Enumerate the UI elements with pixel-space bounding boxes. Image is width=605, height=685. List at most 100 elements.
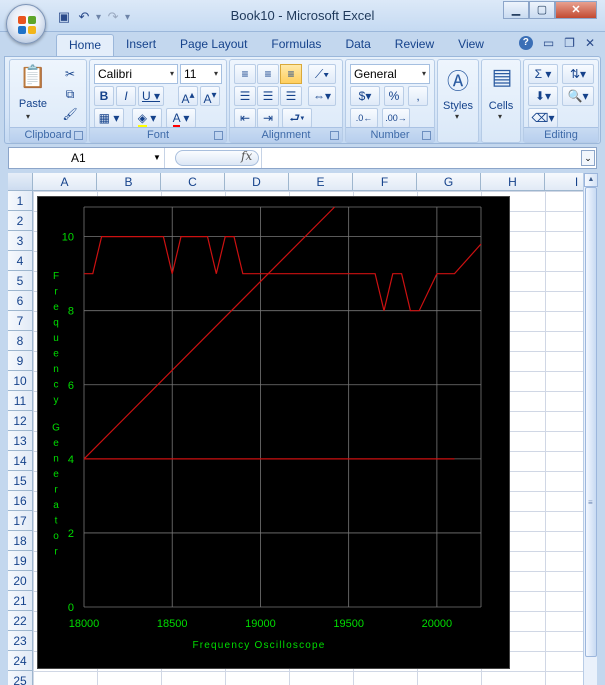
select-all-corner[interactable]: [8, 173, 33, 191]
orientation-button[interactable]: ⟋▾: [308, 64, 336, 84]
align-center-button[interactable]: ☰: [257, 86, 279, 106]
chart[interactable]: 18000 18500 19000 19500 20000 0 2 4 6 8 10 Frequen…: [37, 196, 510, 669]
wrap-text-button[interactable]: ⮐▾: [282, 108, 312, 128]
row-header-2[interactable]: 2: [8, 211, 33, 231]
minimize-button[interactable]: ▁: [503, 1, 529, 19]
font-size-select[interactable]: 11 ▾: [180, 64, 222, 84]
underline-button[interactable]: U ▾: [138, 86, 164, 106]
align-bottom-button[interactable]: ≡: [280, 64, 302, 84]
align-top-button[interactable]: ≡: [234, 64, 256, 84]
autosum-button[interactable]: Σ ▾: [528, 64, 558, 84]
column-header-h[interactable]: H: [481, 173, 545, 191]
row-header-24[interactable]: 24: [8, 651, 33, 671]
shrink-font-button[interactable]: A▾: [200, 86, 220, 106]
ribbon-minimize-icon[interactable]: ▭: [543, 36, 554, 50]
ribbon-restore-icon[interactable]: ❐: [564, 36, 575, 50]
bold-button[interactable]: B: [94, 86, 114, 106]
font-launcher-icon[interactable]: .: [214, 131, 223, 140]
merge-center-button[interactable]: ⇔▾: [308, 86, 336, 106]
row-header-1[interactable]: 1: [8, 191, 33, 211]
column-header-i[interactable]: I: [545, 173, 583, 191]
format-painter-icon[interactable]: 🖌: [60, 104, 80, 124]
maximize-button[interactable]: ▢: [529, 1, 555, 19]
row-header-20[interactable]: 20: [8, 571, 33, 591]
column-header-c[interactable]: C: [161, 173, 225, 191]
row-header-18[interactable]: 18: [8, 531, 33, 551]
close-button[interactable]: ✕: [555, 1, 597, 19]
paste-button[interactable]: Paste: [16, 98, 50, 110]
increase-indent-button[interactable]: ⇥: [257, 108, 279, 128]
row-header-22[interactable]: 22: [8, 611, 33, 631]
vertical-scrollbar[interactable]: ▲ ≡: [583, 173, 598, 685]
row-header-4[interactable]: 4: [8, 251, 33, 271]
accounting-format-button[interactable]: $▾: [350, 86, 380, 106]
borders-button[interactable]: ▦ ▾: [94, 108, 124, 128]
row-header-16[interactable]: 16: [8, 491, 33, 511]
row-header-21[interactable]: 21: [8, 591, 33, 611]
align-middle-button[interactable]: ≡: [257, 64, 279, 84]
italic-button[interactable]: I: [116, 86, 136, 106]
column-header-d[interactable]: D: [225, 173, 289, 191]
row-header-25[interactable]: 25: [8, 671, 33, 685]
fill-button[interactable]: ⬇▾: [528, 86, 558, 106]
row-header-23[interactable]: 23: [8, 631, 33, 651]
row-header-8[interactable]: 8: [8, 331, 33, 351]
tab-formulas[interactable]: Formulas: [259, 34, 333, 56]
help-icon[interactable]: ?: [518, 36, 533, 50]
tab-home[interactable]: Home: [56, 34, 115, 56]
column-header-b[interactable]: B: [97, 173, 161, 191]
tab-review[interactable]: Review: [383, 34, 446, 56]
insert-function-icon[interactable]: fx: [241, 149, 252, 163]
row-header-14[interactable]: 14: [8, 451, 33, 471]
decrease-indent-button[interactable]: ⇤: [234, 108, 256, 128]
ribbon-close-icon[interactable]: ✕: [585, 36, 595, 50]
fill-color-button[interactable]: ◈ ▾: [132, 108, 162, 128]
row-header-12[interactable]: 12: [8, 411, 33, 431]
cells-icon[interactable]: ▤: [490, 64, 514, 90]
cut-icon[interactable]: ✂: [60, 64, 80, 84]
name-box-dropdown-icon[interactable]: ▼: [153, 148, 161, 168]
row-header-15[interactable]: 15: [8, 471, 33, 491]
clipboard-launcher-icon[interactable]: .: [74, 131, 83, 140]
font-color-button[interactable]: A ▾: [166, 108, 196, 128]
grow-font-button[interactable]: A▴: [178, 86, 198, 106]
alignment-launcher-icon[interactable]: .: [330, 131, 339, 140]
cells-button[interactable]: Cells: [482, 100, 520, 112]
styles-button[interactable]: Styles: [438, 100, 478, 112]
align-right-button[interactable]: ☰: [280, 86, 302, 106]
tab-page-layout[interactable]: Page Layout: [168, 34, 259, 56]
column-header-a[interactable]: A: [33, 173, 97, 191]
decrease-decimal-button[interactable]: .00→: [382, 108, 410, 128]
column-header-e[interactable]: E: [289, 173, 353, 191]
scrollbar-thumb[interactable]: [585, 187, 597, 657]
sort-filter-button[interactable]: ⇅▾: [562, 64, 594, 84]
formula-bar-expand-icon[interactable]: ⌄: [581, 150, 595, 166]
office-button[interactable]: [6, 4, 46, 44]
row-header-11[interactable]: 11: [8, 391, 33, 411]
column-header-f[interactable]: F: [353, 173, 417, 191]
row-header-9[interactable]: 9: [8, 351, 33, 371]
font-name-select[interactable]: Calibri ▾: [94, 64, 178, 84]
paste-icon[interactable]: 📋: [18, 64, 48, 90]
row-header-10[interactable]: 10: [8, 371, 33, 391]
copy-icon[interactable]: ⧉: [60, 84, 80, 104]
tab-insert[interactable]: Insert: [114, 34, 168, 56]
align-left-button[interactable]: ☰: [234, 86, 256, 106]
styles-icon[interactable]: Ⓐ: [446, 64, 470, 96]
number-launcher-icon[interactable]: .: [422, 131, 431, 140]
formula-input[interactable]: [261, 148, 581, 168]
row-header-7[interactable]: 7: [8, 311, 33, 331]
name-box[interactable]: A1: [9, 148, 165, 168]
paste-dropdown-icon[interactable]: ▾: [26, 112, 30, 121]
find-select-button[interactable]: 🔍▾: [562, 86, 594, 106]
row-header-5[interactable]: 5: [8, 271, 33, 291]
row-header-13[interactable]: 13: [8, 431, 33, 451]
clear-button[interactable]: ⌫▾: [528, 108, 558, 128]
number-format-select[interactable]: General ▾: [350, 64, 430, 84]
scroll-up-icon[interactable]: ▲: [584, 173, 598, 187]
cells-dropdown-icon[interactable]: ▾: [498, 112, 502, 121]
row-header-19[interactable]: 19: [8, 551, 33, 571]
row-header-3[interactable]: 3: [8, 231, 33, 251]
row-header-6[interactable]: 6: [8, 291, 33, 311]
tab-data[interactable]: Data: [333, 34, 382, 56]
